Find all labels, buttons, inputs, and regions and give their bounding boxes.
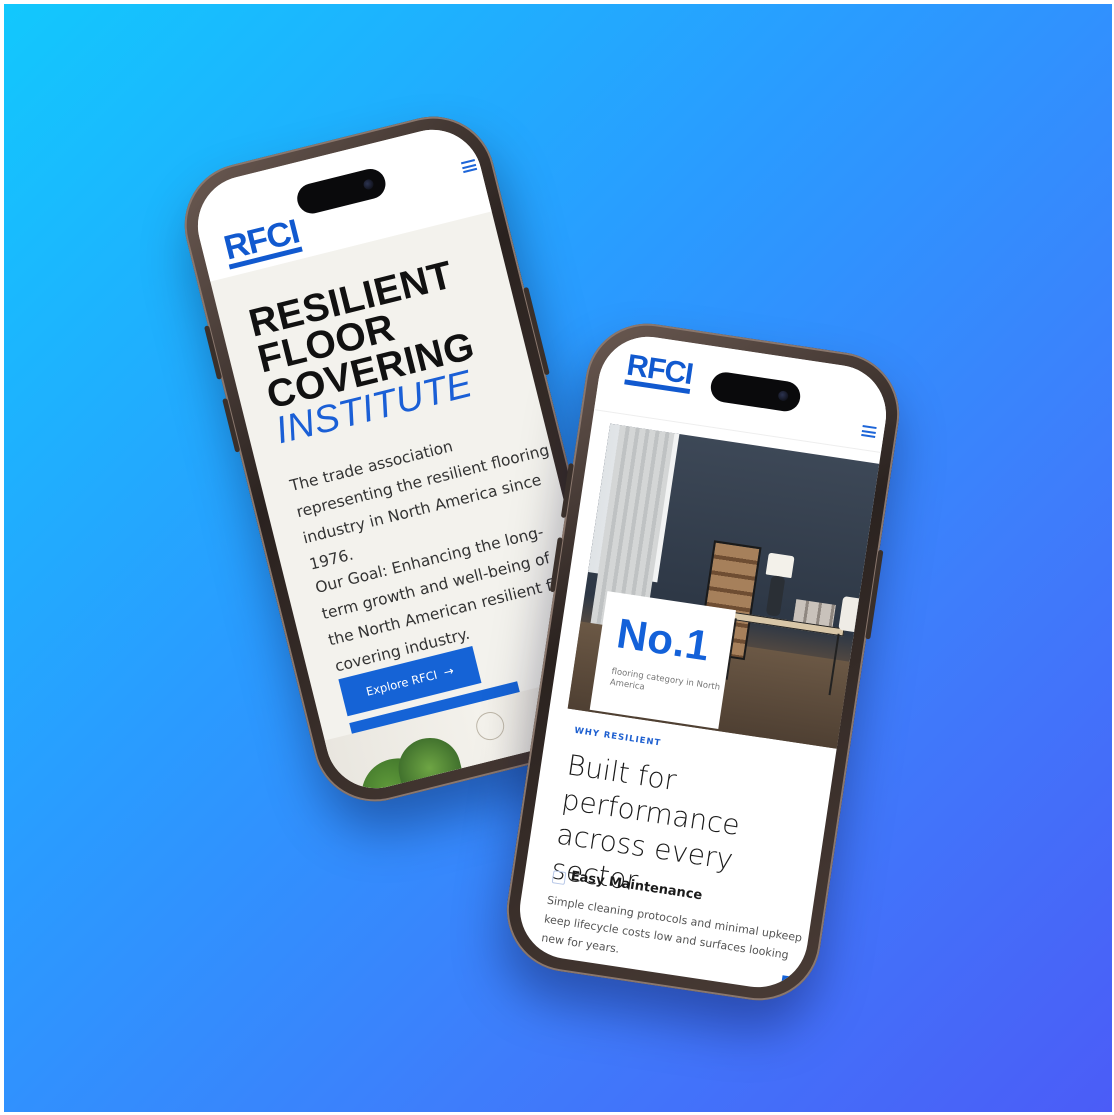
lamp-image (765, 552, 795, 579)
chevron-up-icon: ^ (786, 980, 798, 994)
logo-text: RFCI (220, 212, 303, 268)
stat-value: No.1 (613, 609, 713, 670)
rfci-logo[interactable]: RFCI (624, 349, 695, 395)
rfci-logo[interactable]: RFCI (220, 212, 304, 270)
camera-icon (362, 178, 375, 191)
lamp-base-image (765, 575, 786, 617)
dynamic-island (294, 165, 389, 217)
arrow-right-icon: → (442, 663, 456, 680)
dynamic-island (708, 370, 803, 414)
section-eyebrow: WHY RESILIENT (573, 725, 662, 749)
maintenance-icon (551, 870, 567, 885)
hamburger-menu-icon[interactable] (861, 425, 877, 438)
hamburger-menu-icon[interactable] (460, 159, 478, 174)
hero-title: RESILIENT FLOOR COVERING INSTITUTE (245, 242, 543, 453)
stat-caption: flooring category in North America (609, 666, 721, 693)
pendant-lamp-image (473, 709, 508, 744)
explore-button-label: Explore RFCI (364, 667, 439, 699)
stat-card: No.1 flooring category in North America (589, 591, 737, 729)
camera-icon (777, 390, 789, 402)
stool-image (838, 596, 873, 635)
